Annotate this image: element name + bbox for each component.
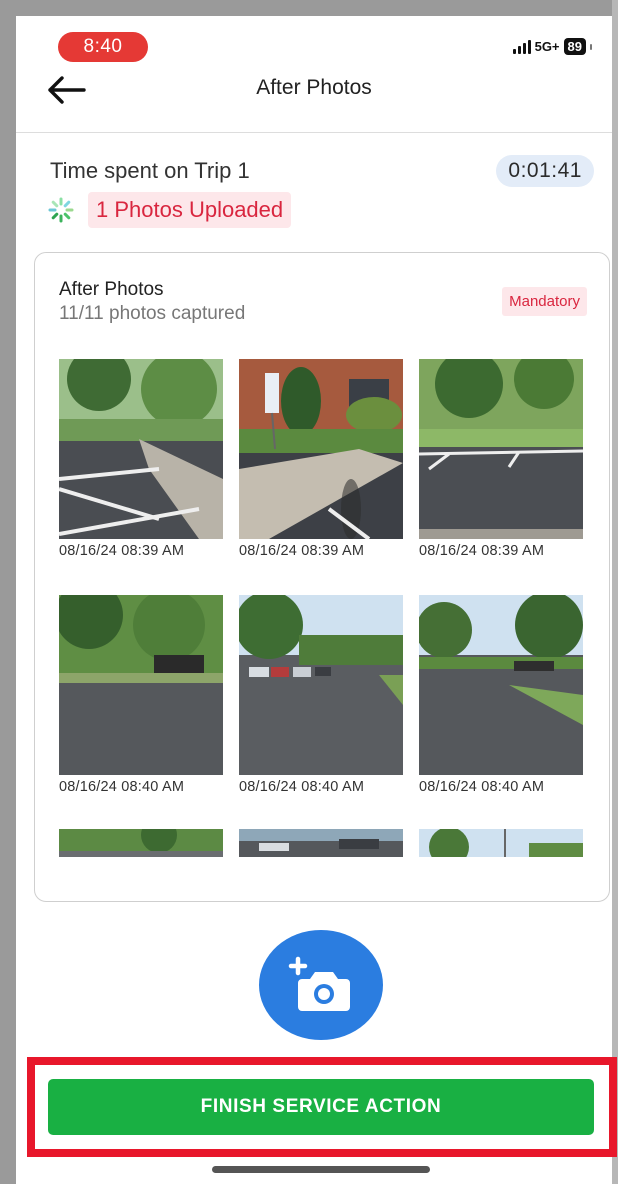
- status-time: 8:40: [58, 32, 148, 62]
- photo-timestamp: 08/16/24 08:39 AM: [59, 543, 185, 559]
- add-photo-button[interactable]: [259, 930, 383, 1040]
- photo-image: [59, 595, 223, 775]
- photo-image: [59, 829, 223, 857]
- page-title: After Photos: [256, 76, 372, 99]
- photo-thumbnail[interactable]: [59, 829, 223, 861]
- photo-timestamp: 08/16/24 08:40 AM: [239, 779, 365, 795]
- app-screen: 8:40 5G+ 89 After Photos Time spent on T…: [16, 16, 617, 1184]
- card-title: After Photos: [59, 279, 164, 300]
- photo-image: [239, 595, 403, 775]
- finish-service-action-button[interactable]: FINISH SERVICE ACTION: [48, 1079, 594, 1135]
- photos-uploaded-badge: 1 Photos Uploaded: [88, 192, 292, 228]
- photo-timestamp: 08/16/24 08:40 AM: [59, 779, 185, 795]
- spinner-icon: [48, 197, 74, 223]
- photo-thumbnail[interactable]: [239, 829, 403, 861]
- photo-image: [419, 829, 583, 857]
- trip-timer: 0:01:41: [496, 155, 594, 187]
- photo-thumbnail[interactable]: 08/16/24 08:39 AM: [239, 359, 403, 559]
- home-indicator[interactable]: [212, 1166, 430, 1173]
- add-camera-icon: [288, 956, 350, 1011]
- battery-nub: [590, 43, 592, 50]
- photo-image: [419, 359, 583, 539]
- photo-image: [419, 595, 583, 775]
- screenshot-frame-top: [0, 0, 618, 16]
- photo-thumbnail[interactable]: 08/16/24 08:40 AM: [59, 595, 223, 795]
- photo-timestamp: 08/16/24 08:40 AM: [419, 779, 545, 795]
- trip-time-label: Time spent on Trip 1: [50, 158, 250, 183]
- signal-icon: [512, 39, 531, 54]
- photo-thumbnail[interactable]: [419, 829, 583, 861]
- photo-image: [59, 359, 223, 539]
- photo-thumbnail[interactable]: 08/16/24 08:39 AM: [59, 359, 223, 559]
- screenshot-frame-right: [612, 0, 618, 1184]
- battery-icon: 89: [563, 38, 586, 55]
- photo-thumbnail[interactable]: 08/16/24 08:40 AM: [419, 595, 583, 795]
- photo-thumbnail[interactable]: 08/16/24 08:40 AM: [239, 595, 403, 795]
- photo-timestamp: 08/16/24 08:39 AM: [419, 543, 545, 559]
- upload-status: 1 Photos Uploaded: [48, 192, 292, 228]
- status-indicators: 5G+ 89: [512, 38, 592, 55]
- photo-thumbnail[interactable]: 08/16/24 08:39 AM: [419, 359, 583, 559]
- photo-timestamp: 08/16/24 08:39 AM: [239, 543, 365, 559]
- network-type: 5G+: [534, 39, 560, 54]
- photos-captured-count: 11/11 photos captured: [59, 303, 246, 324]
- mandatory-badge: Mandatory: [502, 287, 587, 316]
- photo-image: [239, 359, 403, 539]
- after-photos-card: After Photos 11/11 photos captured Manda…: [34, 252, 610, 902]
- photo-image: [239, 829, 403, 857]
- header-divider: [16, 132, 612, 133]
- screenshot-frame-left: [0, 0, 16, 1184]
